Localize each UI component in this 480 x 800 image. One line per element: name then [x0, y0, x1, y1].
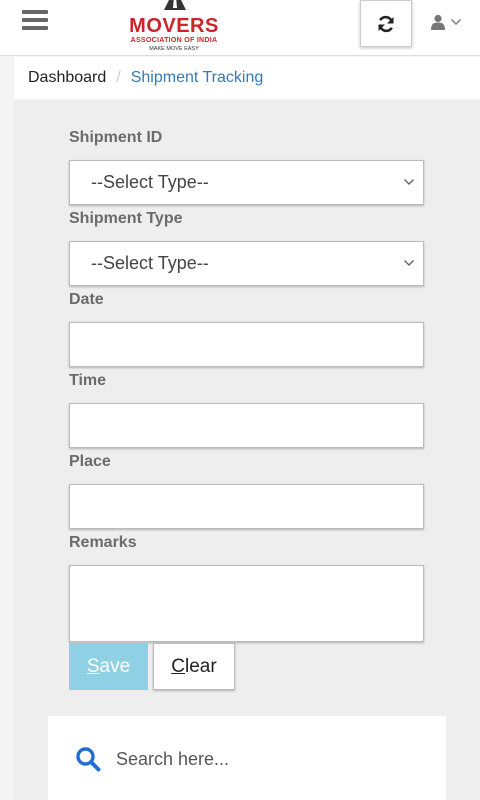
chevron-down-icon	[450, 18, 462, 26]
shipment-id-selected-value: --Select Type--	[91, 172, 209, 192]
search-panel	[48, 716, 446, 800]
refresh-button[interactable]	[360, 0, 412, 47]
logo[interactable]: MOVERS ASSOCIATION OF INDIA MAKE MOVE EA…	[118, 0, 230, 56]
place-input[interactable]	[69, 484, 424, 529]
top-navbar: MOVERS ASSOCIATION OF INDIA MAKE MOVE EA…	[0, 0, 480, 56]
search-input[interactable]	[116, 742, 416, 776]
logo-title: MOVERS	[129, 15, 219, 37]
clear-button[interactable]: Clear	[153, 643, 235, 690]
clear-button-label: lear	[185, 655, 217, 677]
search-icon[interactable]	[75, 746, 101, 772]
user-menu-button[interactable]	[430, 12, 466, 32]
breadcrumb-separator: /	[116, 69, 121, 86]
date-label: Date	[69, 291, 104, 308]
refresh-icon	[378, 15, 394, 32]
form-panel	[14, 100, 480, 800]
remarks-label: Remarks	[69, 534, 137, 551]
shipment-id-label: Shipment ID	[69, 129, 163, 146]
breadcrumb: Dashboard / Shipment Tracking	[14, 57, 480, 99]
breadcrumb-current: Shipment Tracking	[130, 69, 264, 86]
save-button-accesskey: S	[86, 655, 100, 677]
logo-tagline: MAKE MOVE EASY	[149, 46, 199, 52]
chevron-down-icon	[404, 179, 414, 185]
save-button[interactable]: Save	[69, 643, 148, 690]
date-input[interactable]	[69, 322, 424, 367]
time-label: Time	[69, 372, 107, 389]
time-input[interactable]	[69, 403, 424, 448]
shipment-type-selected-value: --Select Type--	[91, 253, 209, 273]
breadcrumb-dashboard-link[interactable]: Dashboard	[28, 69, 106, 87]
shipment-type-label: Shipment Type	[69, 210, 183, 227]
logo-subtitle: ASSOCIATION OF INDIA	[130, 37, 218, 44]
shipment-type-select[interactable]: --Select Type--	[69, 241, 424, 286]
chevron-down-icon	[404, 260, 414, 266]
logo-road-icon	[164, 0, 186, 10]
user-icon	[431, 14, 445, 30]
hamburger-menu-icon[interactable]	[22, 10, 48, 32]
shipment-id-select[interactable]: --Select Type--	[69, 160, 424, 205]
save-button-label: ave	[99, 655, 131, 677]
clear-button-accesskey: C	[171, 655, 186, 677]
remarks-textarea[interactable]	[69, 565, 424, 642]
place-label: Place	[69, 453, 111, 470]
